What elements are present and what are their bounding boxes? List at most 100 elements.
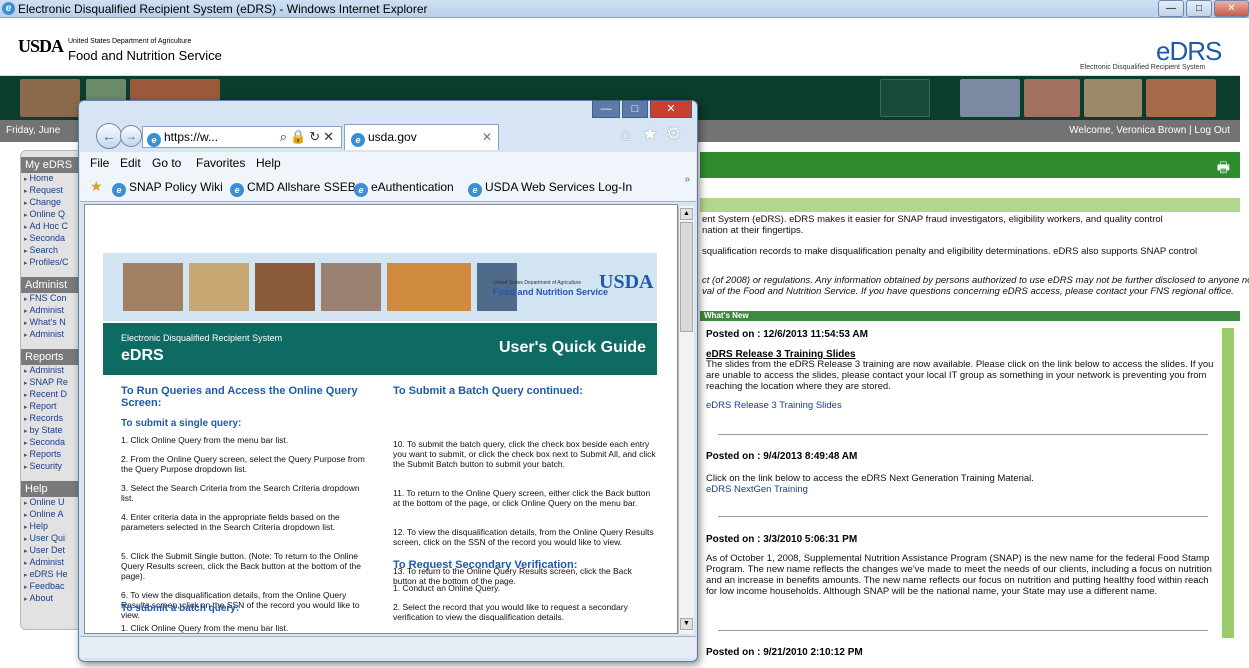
menu-file[interactable]: File	[90, 156, 109, 170]
post-link[interactable]: eDRS Release 3 Training Slides	[706, 400, 1214, 411]
favorites-bar: ★ e SNAP Policy Wiki e CMD Allshare SSEB e…	[80, 174, 696, 202]
usda-dept: United States Department of Agriculture	[68, 38, 192, 45]
favorite-label: SNAP Policy Wiki	[129, 180, 223, 194]
guide-heading: To Submit a Batch Query continued:	[393, 385, 583, 397]
menu-favorites[interactable]: Favorites	[196, 156, 245, 170]
guide-list-item: 4. Enter criteria data in the appropriat…	[121, 512, 340, 532]
post-divider	[718, 630, 1208, 631]
guide-list-item: 1. Click Online Query from the menu bar …	[121, 623, 289, 633]
favorite-link[interactable]: e eAuthentication	[354, 180, 454, 197]
chevron-more-icon[interactable]: »	[684, 174, 690, 185]
post-date: Posted on : 9/21/2010 2:10:12 PM	[706, 647, 863, 658]
intro-text: nation at their fingertips.	[702, 225, 804, 236]
intro-text: ent System (eDRS). eDRS makes it easier …	[702, 214, 1163, 225]
gear-icon[interactable]: ⚙	[666, 124, 681, 144]
guide-subheading: To submit a batch query:	[121, 603, 240, 614]
post-date: Posted on : 3/3/2010 5:06:31 PM	[706, 534, 858, 545]
tab-usda[interactable]: e usda.gov ✕	[344, 124, 499, 150]
menu-bar: File Edit Go to Favorites Help	[80, 152, 696, 174]
guide-photo	[321, 263, 381, 311]
guide-list-item: 10. To submit the batch query, click the…	[393, 439, 656, 469]
banner-photo	[880, 79, 930, 117]
popup-status-bar	[80, 636, 696, 658]
guide-photo	[255, 263, 315, 311]
favorite-link[interactable]: e USDA Web Services Log-In	[468, 180, 632, 197]
favorites-star-icon[interactable]: ★	[642, 124, 658, 145]
guide-list-item: 11. To return to the Online Query screen…	[393, 488, 651, 508]
minimize-button[interactable]: —	[1158, 0, 1184, 17]
window-title: Electronic Disqualified Recipient System…	[18, 2, 428, 16]
page-green-bar: 🖶	[700, 152, 1240, 178]
back-arrow-icon[interactable]: ←	[96, 123, 122, 149]
site-header: USDA United States Department of Agricul…	[0, 18, 1240, 76]
ie-page-icon: e	[354, 183, 368, 197]
banner-photo	[20, 79, 80, 117]
favorite-label: eAuthentication	[371, 180, 454, 194]
guide-system-name: Electronic Disqualified Recipient System	[121, 333, 283, 343]
guide-list-item: 5. Click the Submit Single button. (Note…	[121, 551, 362, 581]
guide-heading: To Request Secondary Verification:	[393, 559, 578, 571]
favorite-label: USDA Web Services Log-In	[485, 180, 633, 194]
banner-photo	[960, 79, 1020, 117]
current-date: Friday, June	[6, 125, 61, 136]
guide-list-item: 2. From the Online Query screen, select …	[121, 454, 365, 474]
post-divider	[718, 434, 1208, 435]
usda-agency: Food and Nutrition Service	[68, 48, 222, 63]
intro-text: squalification records to make disqualif…	[702, 246, 1198, 257]
ie-page-icon: e	[351, 133, 365, 147]
post-link[interactable]: eDRS NextGen Training	[706, 484, 1214, 495]
home-icon[interactable]: ⌂	[620, 124, 631, 145]
menu-edit[interactable]: Edit	[120, 156, 141, 170]
favorite-label: CMD Allshare SSEB	[247, 180, 356, 194]
close-tab-icon[interactable]: ✕	[482, 130, 492, 144]
popup-close-button[interactable]: ✕	[650, 100, 692, 118]
welcome-logout-link[interactable]: Welcome, Veronica Brown | Log Out	[1069, 125, 1230, 136]
close-button[interactable]: ✕	[1214, 0, 1249, 17]
post-text: Click on the link below to access the eD…	[706, 473, 1034, 484]
edrs-logo: eDRS	[1156, 36, 1222, 66]
maximize-button[interactable]: □	[1186, 0, 1212, 17]
menu-goto[interactable]: Go to	[152, 156, 181, 170]
guide-list-item: 1. Click Online Query from the menu bar …	[121, 435, 289, 445]
guide-photo	[387, 263, 471, 311]
guide-usda-dept: United States Department of Agriculture	[493, 280, 582, 286]
ie-page-icon: e	[468, 183, 482, 197]
ie-icon: e	[2, 2, 15, 15]
popup-maximize-button[interactable]: □	[622, 100, 648, 118]
post-divider	[718, 516, 1208, 517]
guide-subheading: To submit a single query:	[121, 418, 242, 429]
menu-help[interactable]: Help	[256, 156, 281, 170]
intro-text: ct (of 2008) or regulations. Any informa…	[702, 275, 1249, 286]
favorite-link[interactable]: e SNAP Policy Wiki	[112, 180, 223, 197]
scroll-thumb[interactable]	[680, 222, 693, 332]
favorite-link[interactable]: e CMD Allshare SSEB	[230, 180, 356, 197]
guide-usda-logo: USDA	[599, 271, 654, 293]
guide-photo	[189, 263, 249, 311]
whats-new-header: What's New	[700, 311, 1240, 321]
scroll-down-arrow-icon[interactable]: ▼	[680, 618, 693, 630]
url-input[interactable]: e https://w... ⌕🔒↻✕	[142, 126, 342, 148]
url-text: https://w...	[164, 130, 219, 144]
guide-title: User's Quick Guide	[499, 339, 646, 356]
post-text: The slides from the eDRS Release 3 train…	[706, 359, 1214, 392]
favorites-star-icon[interactable]: ★	[90, 178, 103, 195]
forward-arrow-icon[interactable]: →	[120, 125, 142, 147]
guide-heading: To Run Queries and Access the Online Que…	[121, 385, 358, 409]
usda-logo: USDA	[18, 36, 64, 56]
post-date: Posted on : 9/4/2013 8:49:48 AM	[706, 451, 858, 462]
print-icon[interactable]: 🖶	[1217, 157, 1230, 181]
guide-title-band: Electronic Disqualified Recipient System…	[103, 323, 657, 375]
guide-list-item: 2. Select the record that you would like…	[393, 602, 628, 622]
ie-page-icon: e	[230, 183, 244, 197]
popup-minimize-button[interactable]: —	[592, 100, 620, 118]
pdf-document: United States Department of Agriculture …	[84, 204, 678, 634]
whats-new-scrollbar[interactable]	[1222, 328, 1234, 638]
banner-photo	[1084, 79, 1142, 117]
guide-edrs: eDRS	[121, 347, 164, 364]
scroll-up-arrow-icon[interactable]: ▲	[680, 208, 693, 220]
intro-text: val of the Food and Nutrition Service. I…	[702, 286, 1234, 297]
guide-photo	[123, 263, 183, 311]
document-scrollbar[interactable]: ▲ ▼	[678, 206, 694, 634]
search-lock-refresh-icons[interactable]: ⌕🔒↻✕	[280, 129, 337, 145]
ie-page-icon: e	[112, 183, 126, 197]
